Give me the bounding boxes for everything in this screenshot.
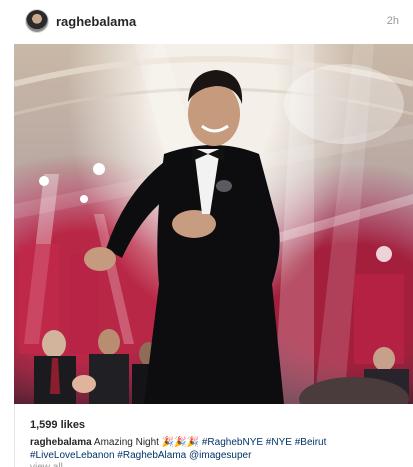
likes-count[interactable]: 1,599 likes [30,419,85,431]
post-username[interactable]: raghebalama [56,14,136,29]
caption-text: Amazing Night 🎉🎉🎉 [91,437,202,448]
avatar[interactable] [26,10,48,32]
view-comments-link[interactable]: view all comments [30,462,110,467]
concert-scene-image [14,44,413,404]
post-timestamp[interactable]: 2h [387,15,399,27]
caption-username[interactable]: raghebalama [30,437,92,448]
post-header: raghebalama 2h [14,0,413,44]
post-caption: raghebalama Amazing Night 🎉🎉🎉 #RaghebNYE… [30,436,402,462]
post-photo[interactable] [14,44,413,404]
